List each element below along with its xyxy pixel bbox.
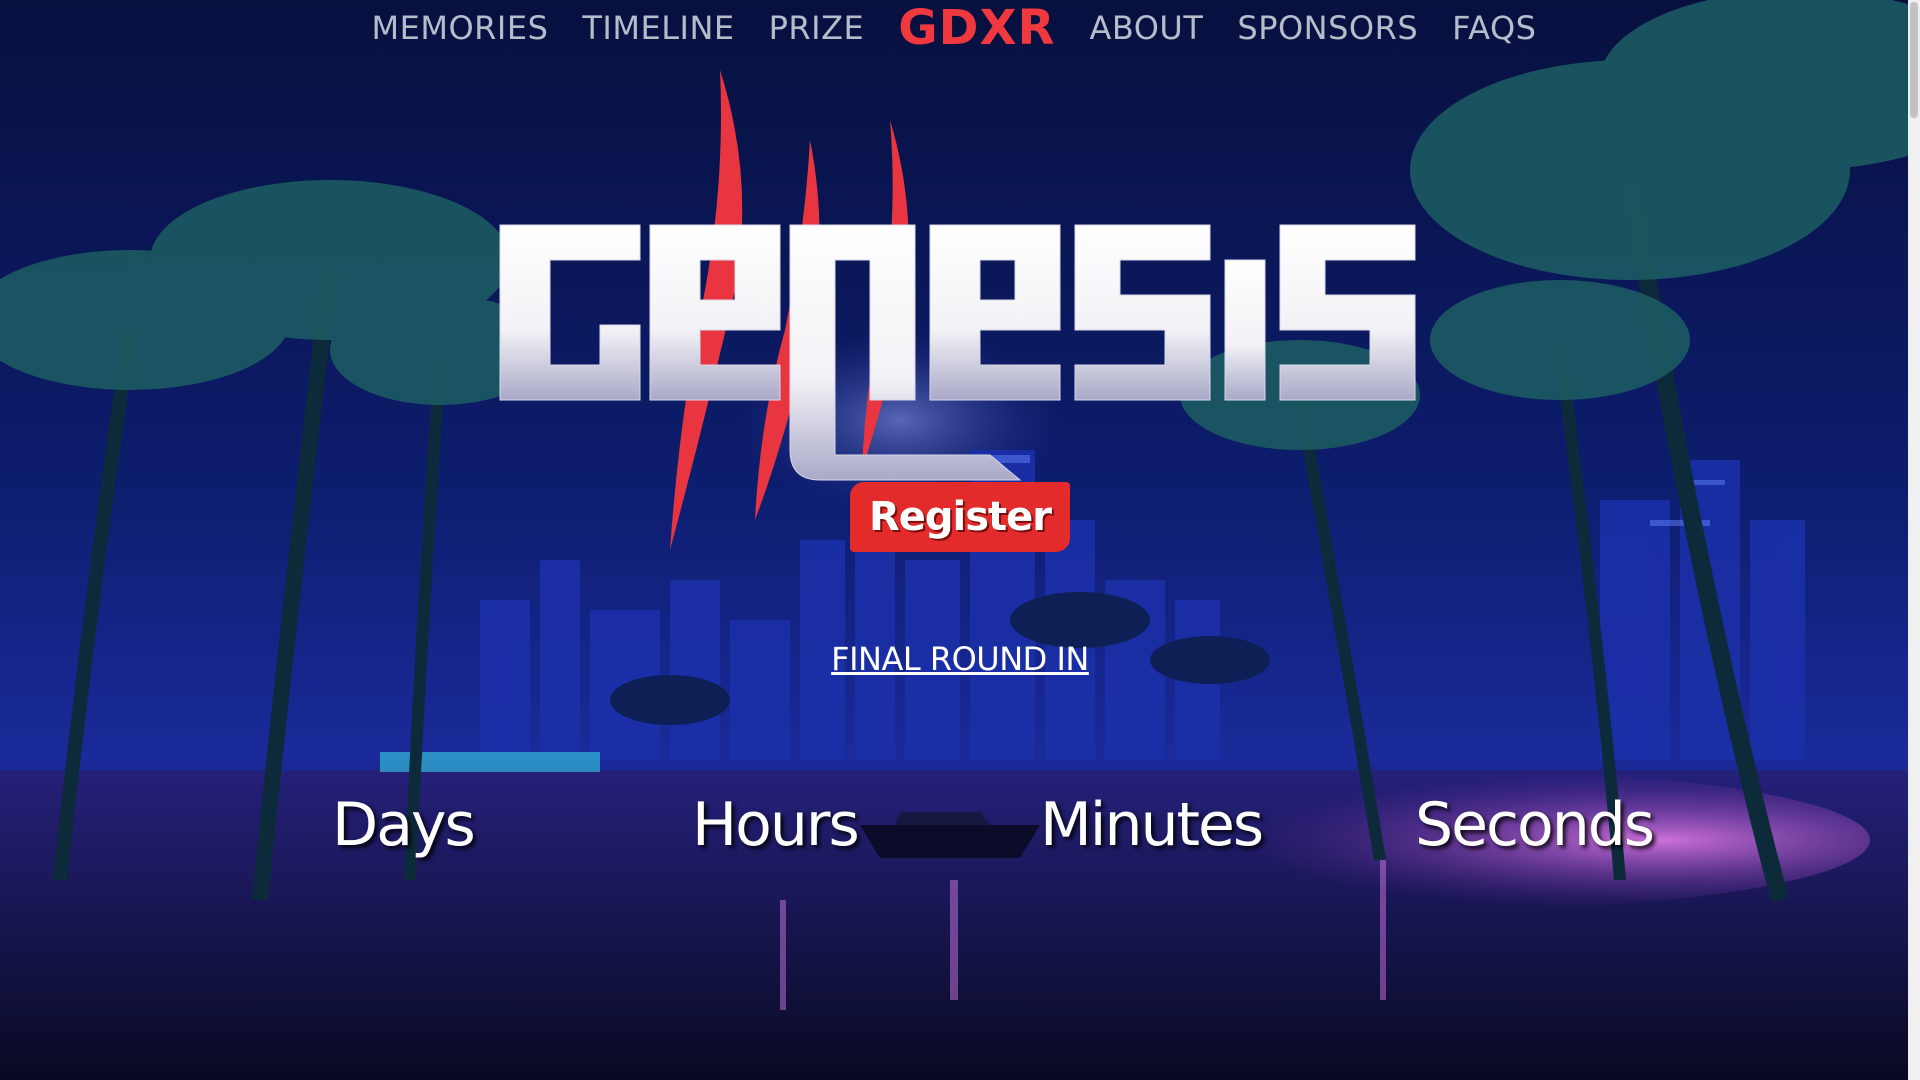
register-button[interactable]: Register bbox=[850, 482, 1070, 552]
countdown-minutes-label: Minutes bbox=[1040, 790, 1264, 860]
nav-brand-gdxr-link[interactable]: GDXR bbox=[898, 0, 1055, 56]
countdown-timer: Days Hours Minutes Seconds bbox=[0, 790, 1920, 870]
countdown-seconds-label: Seconds bbox=[1415, 790, 1655, 860]
final-round-link[interactable]: FINAL ROUND IN bbox=[0, 640, 1920, 678]
nav-about-link[interactable]: ABOUT bbox=[1089, 9, 1203, 47]
top-navigation: MEMORIES TIMELINE PRIZE GDXR ABOUT SPONS… bbox=[0, 0, 1908, 56]
nav-timeline-link[interactable]: TIMELINE bbox=[582, 9, 734, 47]
scrollbar-thumb[interactable] bbox=[1910, 2, 1918, 118]
nav-memories-link[interactable]: MEMORIES bbox=[372, 9, 549, 47]
nav-faqs-link[interactable]: FAQS bbox=[1452, 9, 1536, 47]
nav-sponsors-link[interactable]: SPONSORS bbox=[1237, 9, 1418, 47]
nav-prize-link[interactable]: PRIZE bbox=[769, 9, 865, 47]
countdown-days-label: Days bbox=[332, 790, 476, 860]
countdown-hours-label: Hours bbox=[692, 790, 860, 860]
page-scrollbar[interactable] bbox=[1908, 0, 1920, 1080]
